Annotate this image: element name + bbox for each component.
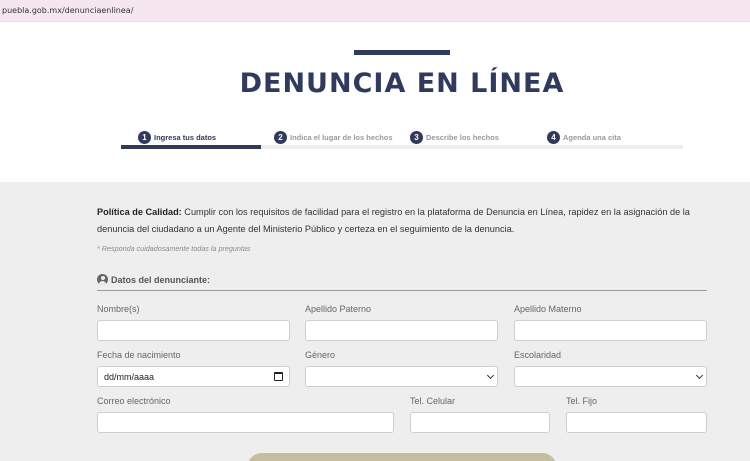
escolaridad-select[interactable] xyxy=(514,366,707,387)
calendar-icon[interactable] xyxy=(274,372,283,381)
address-bar[interactable]: puebla.gob.mx/denunciaenlinea/ xyxy=(0,0,750,22)
step-1[interactable]: 1 Ingresa tus datos xyxy=(138,128,216,146)
fecha-nacimiento-label: Fecha de nacimiento xyxy=(97,350,181,360)
step-2[interactable]: 2 Indica el lugar de los hechos xyxy=(274,128,393,146)
progress-stepper: 1 Ingresa tus datos 2 Indica el lugar de… xyxy=(121,128,683,150)
policy-label: Política de Calidad: xyxy=(97,207,182,217)
tel-fijo-input[interactable] xyxy=(566,412,707,433)
section-divider xyxy=(97,290,707,291)
step-3-label: Describe los hechos xyxy=(426,132,499,142)
tel-fijo-label: Tel. Fijo xyxy=(566,396,598,406)
apellido-paterno-label: Apellido Paterno xyxy=(305,304,372,314)
step-4[interactable]: 4 Agenda una cita xyxy=(547,128,621,146)
apellido-materno-input[interactable] xyxy=(514,320,707,341)
chevron-down-icon xyxy=(696,373,703,380)
step-4-label: Agenda una cita xyxy=(563,132,621,142)
apellido-paterno-input[interactable] xyxy=(305,320,498,341)
tel-celular-input[interactable] xyxy=(410,412,550,433)
genero-select[interactable] xyxy=(305,366,498,387)
stepper-track-progress xyxy=(121,145,261,149)
fecha-nacimiento-value: dd/mm/aaaa xyxy=(104,371,155,382)
step-3-number: 3 xyxy=(410,130,423,144)
quality-policy: Política de Calidad: Cumplir con los req… xyxy=(97,204,709,238)
tel-celular-label: Tel. Celular xyxy=(410,396,456,406)
genero-label: Género xyxy=(305,350,336,360)
section-header: Datos del denunciante: xyxy=(97,274,210,285)
policy-text: Cumplir con los requisitos de facilidad … xyxy=(97,207,690,234)
title-accent-bar xyxy=(354,50,450,55)
continue-button[interactable] xyxy=(247,453,557,461)
fecha-nacimiento-input[interactable]: dd/mm/aaaa xyxy=(97,366,290,387)
nombre-input[interactable] xyxy=(97,320,290,341)
section-title: Datos del denunciante: xyxy=(111,274,211,285)
apellido-materno-label: Apellido Materno xyxy=(514,304,582,314)
step-2-label: Indica el lugar de los hechos xyxy=(290,132,393,142)
step-1-number: 1 xyxy=(138,130,151,144)
page-title: DENUNCIA EN LÍNEA xyxy=(239,68,565,99)
chevron-down-icon xyxy=(487,373,494,380)
form-hint: * Responda cuidadosamente todas la pregu… xyxy=(97,244,251,253)
correo-label: Correo electrónico xyxy=(97,396,171,406)
step-2-number: 2 xyxy=(274,130,287,144)
user-circle-icon xyxy=(97,274,108,285)
step-4-number: 4 xyxy=(547,130,560,144)
escolaridad-label: Escolaridad xyxy=(514,350,562,360)
step-1-label: Ingresa tus datos xyxy=(154,132,217,142)
correo-input[interactable] xyxy=(97,412,394,433)
url-text: puebla.gob.mx/denunciaenlinea/ xyxy=(2,6,134,15)
nombre-label: Nombre(s) xyxy=(97,304,140,314)
step-3[interactable]: 3 Describe los hechos xyxy=(410,128,499,146)
